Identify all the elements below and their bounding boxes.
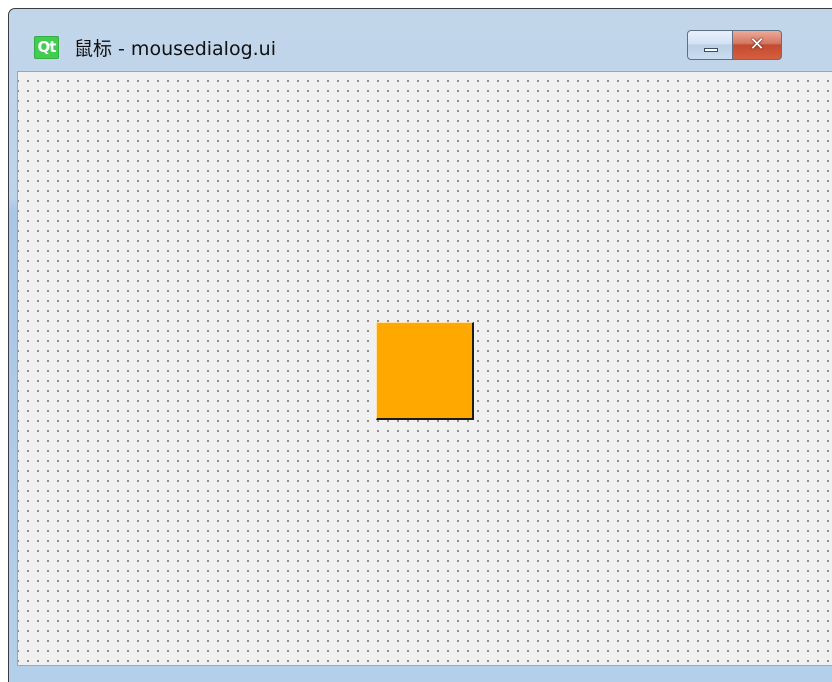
window-title: 鼠标 - mousedialog.ui [74,38,277,60]
close-icon: ✕ [749,34,765,55]
close-button[interactable]: ✕ [732,30,782,60]
title-bar[interactable]: Qt 鼠标 - mousedialog.ui ✕ [9,9,832,71]
minimize-icon [704,48,718,52]
dialog-window: Qt 鼠标 - mousedialog.ui ✕ [8,8,832,682]
orange-widget[interactable] [376,322,474,420]
form-canvas[interactable] [17,71,832,666]
minimize-button[interactable] [687,30,733,60]
qt-logo-icon: Qt [34,36,59,59]
